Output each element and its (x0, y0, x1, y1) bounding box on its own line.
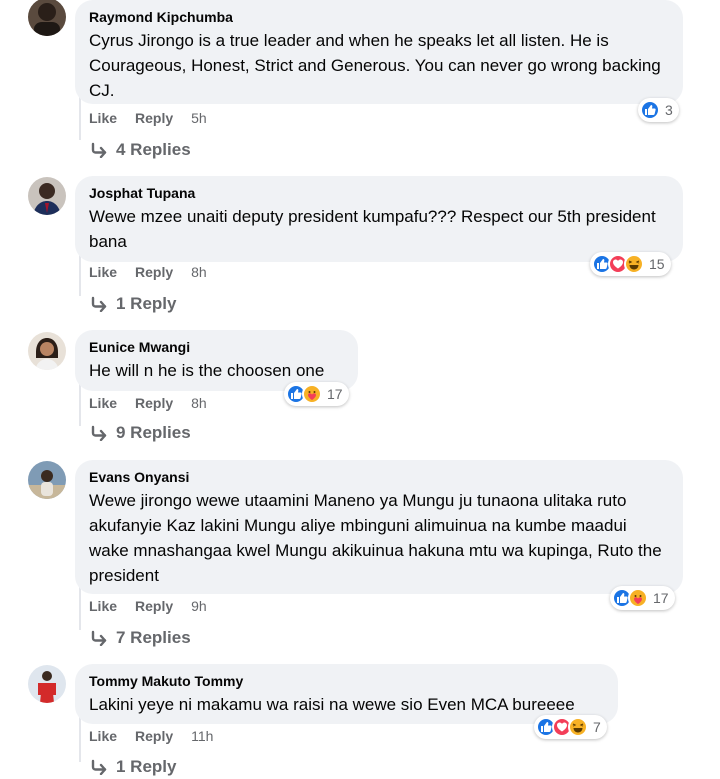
comment-author[interactable]: Eunice Mwangi (89, 338, 344, 356)
haha-icon (568, 717, 588, 737)
avatar[interactable] (28, 665, 66, 703)
comment-actions: Like Reply 8h (89, 264, 207, 280)
avatar[interactable] (28, 177, 66, 215)
view-replies-button[interactable]: 9 Replies (90, 423, 191, 443)
reply-button[interactable]: Reply (135, 598, 173, 614)
comment-text: Cyrus Jirongo is a true leader and when … (89, 31, 661, 100)
avatar[interactable] (28, 461, 66, 499)
reply-arrow-icon (90, 142, 108, 158)
comment-actions: Like Reply 8h (89, 395, 207, 411)
like-button[interactable]: Like (89, 728, 117, 744)
comment-author[interactable]: Tommy Makuto Tommy (89, 672, 604, 690)
comment-bubble: Josphat Tupana Wewe mzee unaiti deputy p… (75, 176, 683, 262)
comment-time[interactable]: 8h (191, 395, 207, 411)
comment-time[interactable]: 11h (191, 728, 213, 744)
replies-label: 7 Replies (116, 628, 191, 647)
reply-arrow-icon (90, 296, 108, 312)
comment-text: Wewe jirongo wewe utaamini Maneno ya Mun… (89, 491, 662, 585)
replies-label: 1 Reply (116, 294, 177, 313)
reaction-summary[interactable]: 17 (284, 382, 349, 406)
replies-label: 1 Reply (116, 757, 177, 776)
like-icon (640, 100, 660, 120)
reaction-summary[interactable]: 15 (590, 252, 671, 276)
comment-time[interactable]: 8h (191, 264, 207, 280)
reaction-count: 17 (327, 386, 343, 402)
reply-arrow-icon (90, 759, 108, 775)
comment-bubble: Raymond Kipchumba Cyrus Jirongo is a tru… (75, 0, 683, 104)
avatar[interactable] (28, 332, 66, 370)
comment-author[interactable]: Josphat Tupana (89, 184, 669, 202)
comment-time[interactable]: 5h (191, 110, 207, 126)
reaction-count: 15 (649, 256, 665, 272)
haha-icon (624, 254, 644, 274)
comment-author[interactable]: Evans Onyansi (89, 468, 669, 486)
reply-arrow-icon (90, 630, 108, 646)
replies-label: 9 Replies (116, 423, 191, 442)
like-button[interactable]: Like (89, 395, 117, 411)
avatar[interactable] (28, 0, 66, 36)
reaction-count: 7 (593, 719, 601, 735)
view-replies-button[interactable]: 1 Reply (90, 294, 176, 314)
care-icon (628, 588, 648, 608)
reaction-summary[interactable]: 7 (534, 715, 607, 739)
comment-author[interactable]: Raymond Kipchumba (89, 8, 669, 26)
reaction-count: 3 (665, 102, 673, 118)
reply-button[interactable]: Reply (135, 395, 173, 411)
care-icon (302, 384, 322, 404)
comment-text: Lakini yeye ni makamu wa raisi na wewe s… (89, 695, 575, 714)
like-button[interactable]: Like (89, 264, 117, 280)
comment-actions: Like Reply 5h (89, 110, 207, 126)
comment-text: He will n he is the choosen one (89, 361, 325, 380)
reply-button[interactable]: Reply (135, 728, 173, 744)
reply-arrow-icon (90, 425, 108, 441)
replies-label: 4 Replies (116, 140, 191, 159)
comment-text: Wewe mzee unaiti deputy president kumpaf… (89, 207, 656, 251)
like-button[interactable]: Like (89, 598, 117, 614)
view-replies-button[interactable]: 1 Reply (90, 757, 176, 777)
reaction-summary[interactable]: 3 (638, 98, 679, 122)
reply-button[interactable]: Reply (135, 110, 173, 126)
comment-actions: Like Reply 11h (89, 728, 213, 744)
comment-bubble: Evans Onyansi Wewe jirongo wewe utaamini… (75, 460, 683, 594)
reaction-summary[interactable]: 17 (610, 586, 675, 610)
comment-bubble: Tommy Makuto Tommy Lakini yeye ni makamu… (75, 664, 618, 724)
reaction-count: 17 (653, 590, 669, 606)
comment-time[interactable]: 9h (191, 598, 207, 614)
reply-button[interactable]: Reply (135, 264, 173, 280)
view-replies-button[interactable]: 7 Replies (90, 628, 191, 648)
comment-actions: Like Reply 9h (89, 598, 207, 614)
view-replies-button[interactable]: 4 Replies (90, 140, 191, 160)
like-button[interactable]: Like (89, 110, 117, 126)
